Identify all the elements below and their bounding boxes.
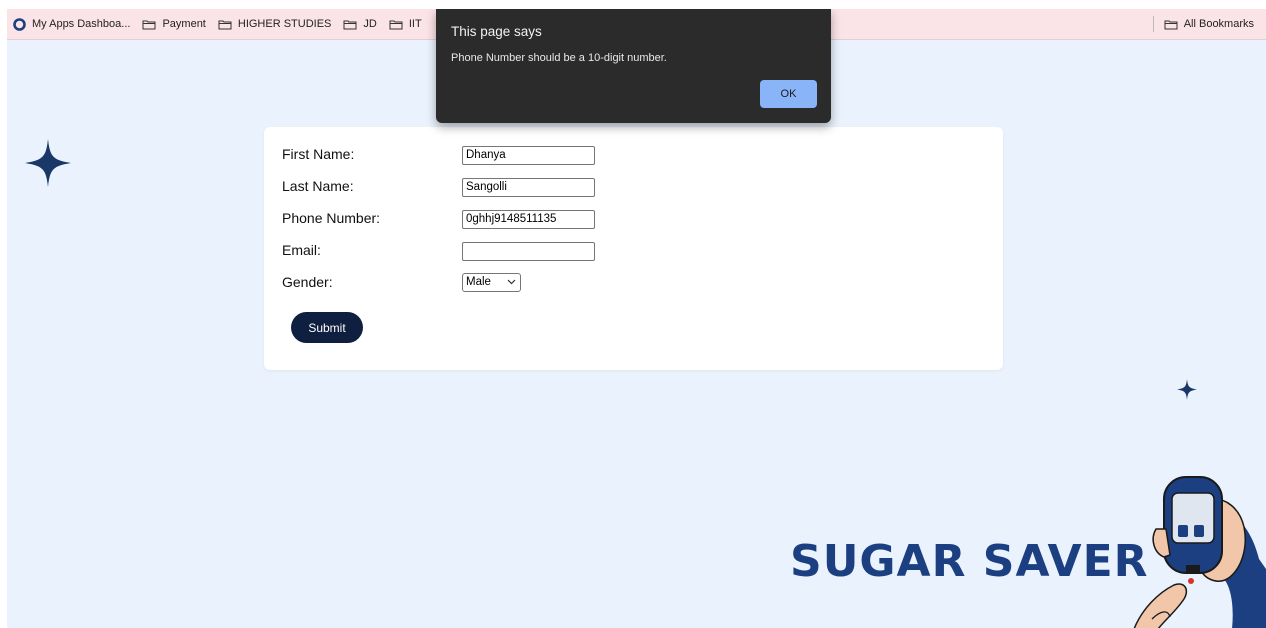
sparkle-icon: [1177, 379, 1197, 400]
bookmarks-divider: [1152, 16, 1154, 32]
bookmark-jd[interactable]: JD: [343, 18, 377, 30]
folder-icon: [1164, 20, 1178, 29]
bookmark-label: HIGHER STUDIES: [237, 18, 332, 30]
ok-button[interactable]: OK: [760, 80, 817, 108]
folder-icon: [343, 20, 357, 29]
first-name-input[interactable]: Dhanya: [462, 146, 595, 165]
dialog-message: Phone Number should be a 10-digit number…: [451, 52, 667, 64]
sparkle-icon: [25, 139, 71, 187]
alert-dialog: This page says Phone Number should be a …: [436, 9, 831, 123]
app-circle-icon: [13, 17, 26, 31]
folder-icon: [218, 20, 232, 29]
folder-icon: [389, 20, 403, 29]
last-name-label: Last Name:: [282, 178, 354, 194]
email-label: Email:: [282, 242, 321, 258]
glucometer-illustration: [1133, 476, 1266, 628]
all-bookmarks[interactable]: All Bookmarks: [1152, 9, 1254, 39]
last-name-input[interactable]: Sangolli: [462, 178, 595, 197]
gender-label: Gender:: [282, 274, 333, 290]
submit-button[interactable]: Submit: [291, 312, 363, 343]
bookmark-higher-studies[interactable]: HIGHER STUDIES: [218, 18, 332, 30]
first-name-label: First Name:: [282, 146, 355, 162]
registration-form: First Name: Dhanya Last Name: Sangolli P…: [264, 127, 1003, 370]
chevron-down-icon: [507, 279, 516, 285]
email-input[interactable]: [462, 242, 595, 261]
bookmark-label: My Apps Dashboa...: [32, 18, 131, 30]
phone-number-input[interactable]: 0ghhj9148511135: [462, 210, 595, 229]
folder-icon: [142, 20, 156, 29]
bookmark-label: JD: [363, 18, 377, 30]
bookmark-label: Payment: [162, 18, 206, 30]
gender-selected-value: Male: [466, 276, 491, 288]
bookmark-my-apps-dashboard[interactable]: My Apps Dashboa...: [13, 17, 131, 31]
gender-select[interactable]: Male: [462, 273, 521, 292]
bookmark-payment[interactable]: Payment: [142, 18, 206, 30]
all-bookmarks-label: All Bookmarks: [1183, 18, 1254, 30]
brand-logo-text: SUGAR SAVER: [790, 536, 1149, 587]
bookmark-iit[interactable]: IIT: [389, 18, 422, 30]
browser-viewport: My Apps Dashboa... Payment HIGHER STUDIE…: [7, 9, 1266, 628]
bookmark-label: IIT: [408, 18, 422, 30]
phone-number-label: Phone Number:: [282, 210, 381, 226]
dialog-title: This page says: [451, 24, 542, 39]
